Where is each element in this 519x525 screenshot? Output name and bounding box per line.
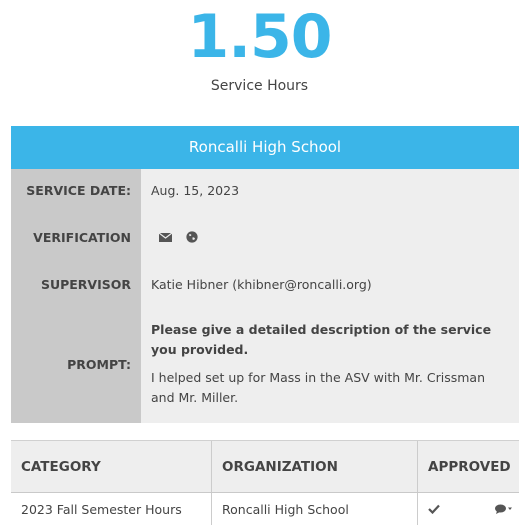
prompt-value: Please give a detailed description of th… [141, 305, 519, 423]
service-record-card: Roncalli High School SERVICE DATE: Aug. … [11, 126, 519, 423]
service-details: SERVICE DATE: Aug. 15, 2023 VERIFICATION [11, 169, 519, 423]
prompt-label: PROMPT: [11, 305, 141, 423]
header-category: CATEGORY [11, 441, 212, 492]
header-approved: APPROVED [428, 458, 511, 475]
verification-row: VERIFICATION [11, 211, 519, 263]
comment-dropdown-icon[interactable] [495, 504, 513, 514]
header-organization: ORGANIZATION [212, 441, 418, 492]
hours-value: 1.50 [187, 2, 332, 72]
service-date-value: Aug. 15, 2023 [141, 169, 519, 211]
envelope-icon[interactable] [159, 232, 172, 242]
supervisor-row: SUPERVISOR Katie Hibner (khibner@roncall… [11, 263, 519, 305]
school-name-header: Roncalli High School [11, 126, 519, 169]
table-row: 2023 Fall Semester Hours Roncalli High S… [11, 493, 519, 525]
supervisor-label: SUPERVISOR [11, 263, 141, 305]
cell-approved [418, 493, 519, 525]
verification-label: VERIFICATION [11, 211, 141, 263]
prompt-answer: I helped set up for Mass in the ASV with… [151, 370, 485, 405]
hours-label: Service Hours [210, 78, 309, 94]
hours-summary: 1.50 Service Hours [0, 6, 519, 94]
cell-category: 2023 Fall Semester Hours [11, 493, 212, 525]
table-header-row: CATEGORY ORGANIZATION APPROVED [11, 440, 519, 493]
verification-value [141, 211, 519, 263]
service-date-label: SERVICE DATE: [11, 169, 141, 211]
globe-icon[interactable] [186, 231, 198, 243]
supervisor-value: Katie Hibner (khibner@roncalli.org) [141, 263, 519, 305]
service-date-row: SERVICE DATE: Aug. 15, 2023 [11, 169, 519, 211]
cell-organization: Roncalli High School [212, 493, 418, 525]
prompt-question: Please give a detailed description of th… [151, 322, 492, 357]
checkmark-icon [428, 504, 440, 514]
prompt-row: PROMPT: Please give a detailed descripti… [11, 305, 519, 423]
hours-table: CATEGORY ORGANIZATION APPROVED 2023 Fall… [11, 440, 519, 525]
